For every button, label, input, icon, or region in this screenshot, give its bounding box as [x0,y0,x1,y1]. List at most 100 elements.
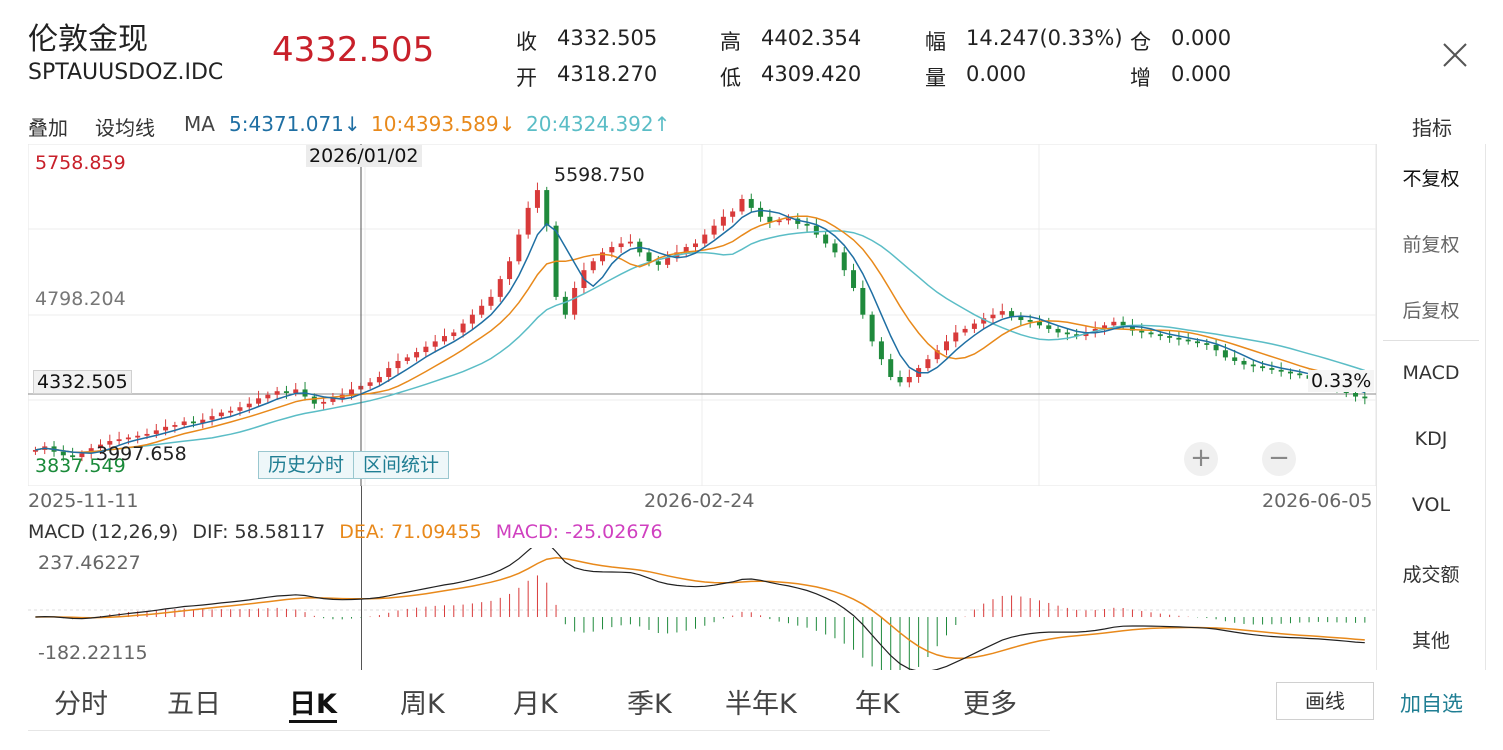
tabs-divider [28,730,1050,731]
candle [832,243,838,253]
menu-backward-adjust[interactable]: 后复权 [1377,296,1485,323]
candle [218,412,224,417]
candle [1185,339,1191,342]
candle [1064,332,1070,335]
menu-macd[interactable]: MACD [1377,362,1485,384]
candle [1046,325,1052,329]
tab-week-k[interactable]: 周K [400,682,445,721]
candle [888,359,894,377]
instrument-code: SPTAUUSDOZ.IDC [28,60,224,85]
quote-label-low: 低 [720,66,741,90]
candle [525,207,531,235]
candle [841,252,847,271]
candlestick-chart[interactable] [28,144,1376,486]
ma20-value: 20:4324.392↑ [526,112,671,136]
tab-five-day[interactable]: 五日 [167,682,221,721]
tab-halfyear-k[interactable]: 半年K [725,682,797,721]
candle [925,359,931,369]
candle [971,323,977,329]
candle [283,391,289,394]
macd-chart[interactable] [28,548,1376,670]
overlay-button[interactable]: 叠加 [28,112,68,141]
menu-forward-adjust[interactable]: 前复权 [1377,230,1485,257]
change-pct-marker: 0.33% [1308,370,1375,392]
tab-month-k[interactable]: 月K [513,682,558,721]
candle [1055,328,1061,333]
tab-day-k[interactable]: 日K [289,682,337,721]
candle [609,247,615,253]
tab-quarter-k[interactable]: 季K [627,682,672,721]
candle [627,241,633,244]
tab-intraday[interactable]: 分时 [54,682,108,721]
candle [144,433,150,436]
draw-line-button[interactable]: 画线 [1276,682,1374,720]
candle [869,314,875,342]
candle [386,368,392,377]
close-icon[interactable] [1436,36,1474,74]
candle [311,396,317,404]
candle [516,234,522,262]
tab-more[interactable]: 更多 [963,682,1017,721]
instrument-name: 伦敦金现 [28,22,148,57]
quote-value-high: 4402.354 [761,26,862,50]
max-price-label: 5598.750 [554,164,645,186]
menu-no-adjust[interactable]: 不复权 [1377,164,1485,191]
indicator-button[interactable]: 指标 [1412,112,1452,141]
menu-other[interactable]: 其他 [1377,626,1485,653]
candle [163,426,169,431]
candle [692,243,698,248]
candle [1111,321,1117,326]
range-stats-button[interactable]: 区间统计 [353,452,448,478]
add-favorite-button[interactable]: 加自选 [1400,688,1463,718]
candle [153,430,159,434]
candle [1269,368,1275,370]
candle [1278,369,1284,372]
quote-label-position: 仓 [1130,30,1151,54]
menu-turnover[interactable]: 成交额 [1377,560,1485,587]
candle [562,296,568,315]
dif-line [35,548,1365,670]
zoom-in-button[interactable]: + [1184,442,1218,476]
candle [1120,321,1126,326]
candle [293,389,299,394]
candle [414,352,420,358]
zoom-out-button[interactable]: − [1262,442,1296,476]
candle [321,401,327,404]
x-axis-end: 2026-06-05 [1262,490,1373,512]
candle [1232,357,1238,361]
y-axis-top: 5758.859 [35,152,126,174]
quote-value-low: 4309.420 [761,62,862,86]
history-intraday-button[interactable]: 历史分时 [259,452,353,478]
candle [1167,336,1173,338]
tab-year-k[interactable]: 年K [855,682,900,721]
ma10-value: 10:4393.589↓ [371,112,516,136]
candle [441,336,447,342]
candle [748,198,754,208]
candle [572,287,578,315]
candle [395,360,401,369]
candle [451,332,457,337]
candle [1027,320,1033,322]
quote-value-increase: 0.000 [1171,62,1232,86]
candle [265,394,271,399]
candle [423,346,429,353]
candle [1260,366,1266,369]
candle [1195,341,1201,344]
quote-label-close: 收 [516,30,537,54]
candle [1353,393,1359,397]
macd-value: MACD: -25.02676 [495,521,663,543]
menu-kdj[interactable]: KDJ [1377,428,1485,450]
ma5-value: 5:4371.071↓ [229,112,361,136]
dea-line [35,556,1365,659]
candle [860,287,866,315]
candle [1157,334,1163,337]
x-axis-mid: 2026-02-24 [644,490,755,512]
candle [1241,360,1247,365]
candle [274,391,280,395]
candle [209,416,215,420]
candle [479,305,485,315]
active-tab-underline [289,720,337,723]
candle [1222,350,1228,358]
menu-vol[interactable]: VOL [1377,494,1485,516]
set-ma-button[interactable]: 设均线 [95,112,155,141]
